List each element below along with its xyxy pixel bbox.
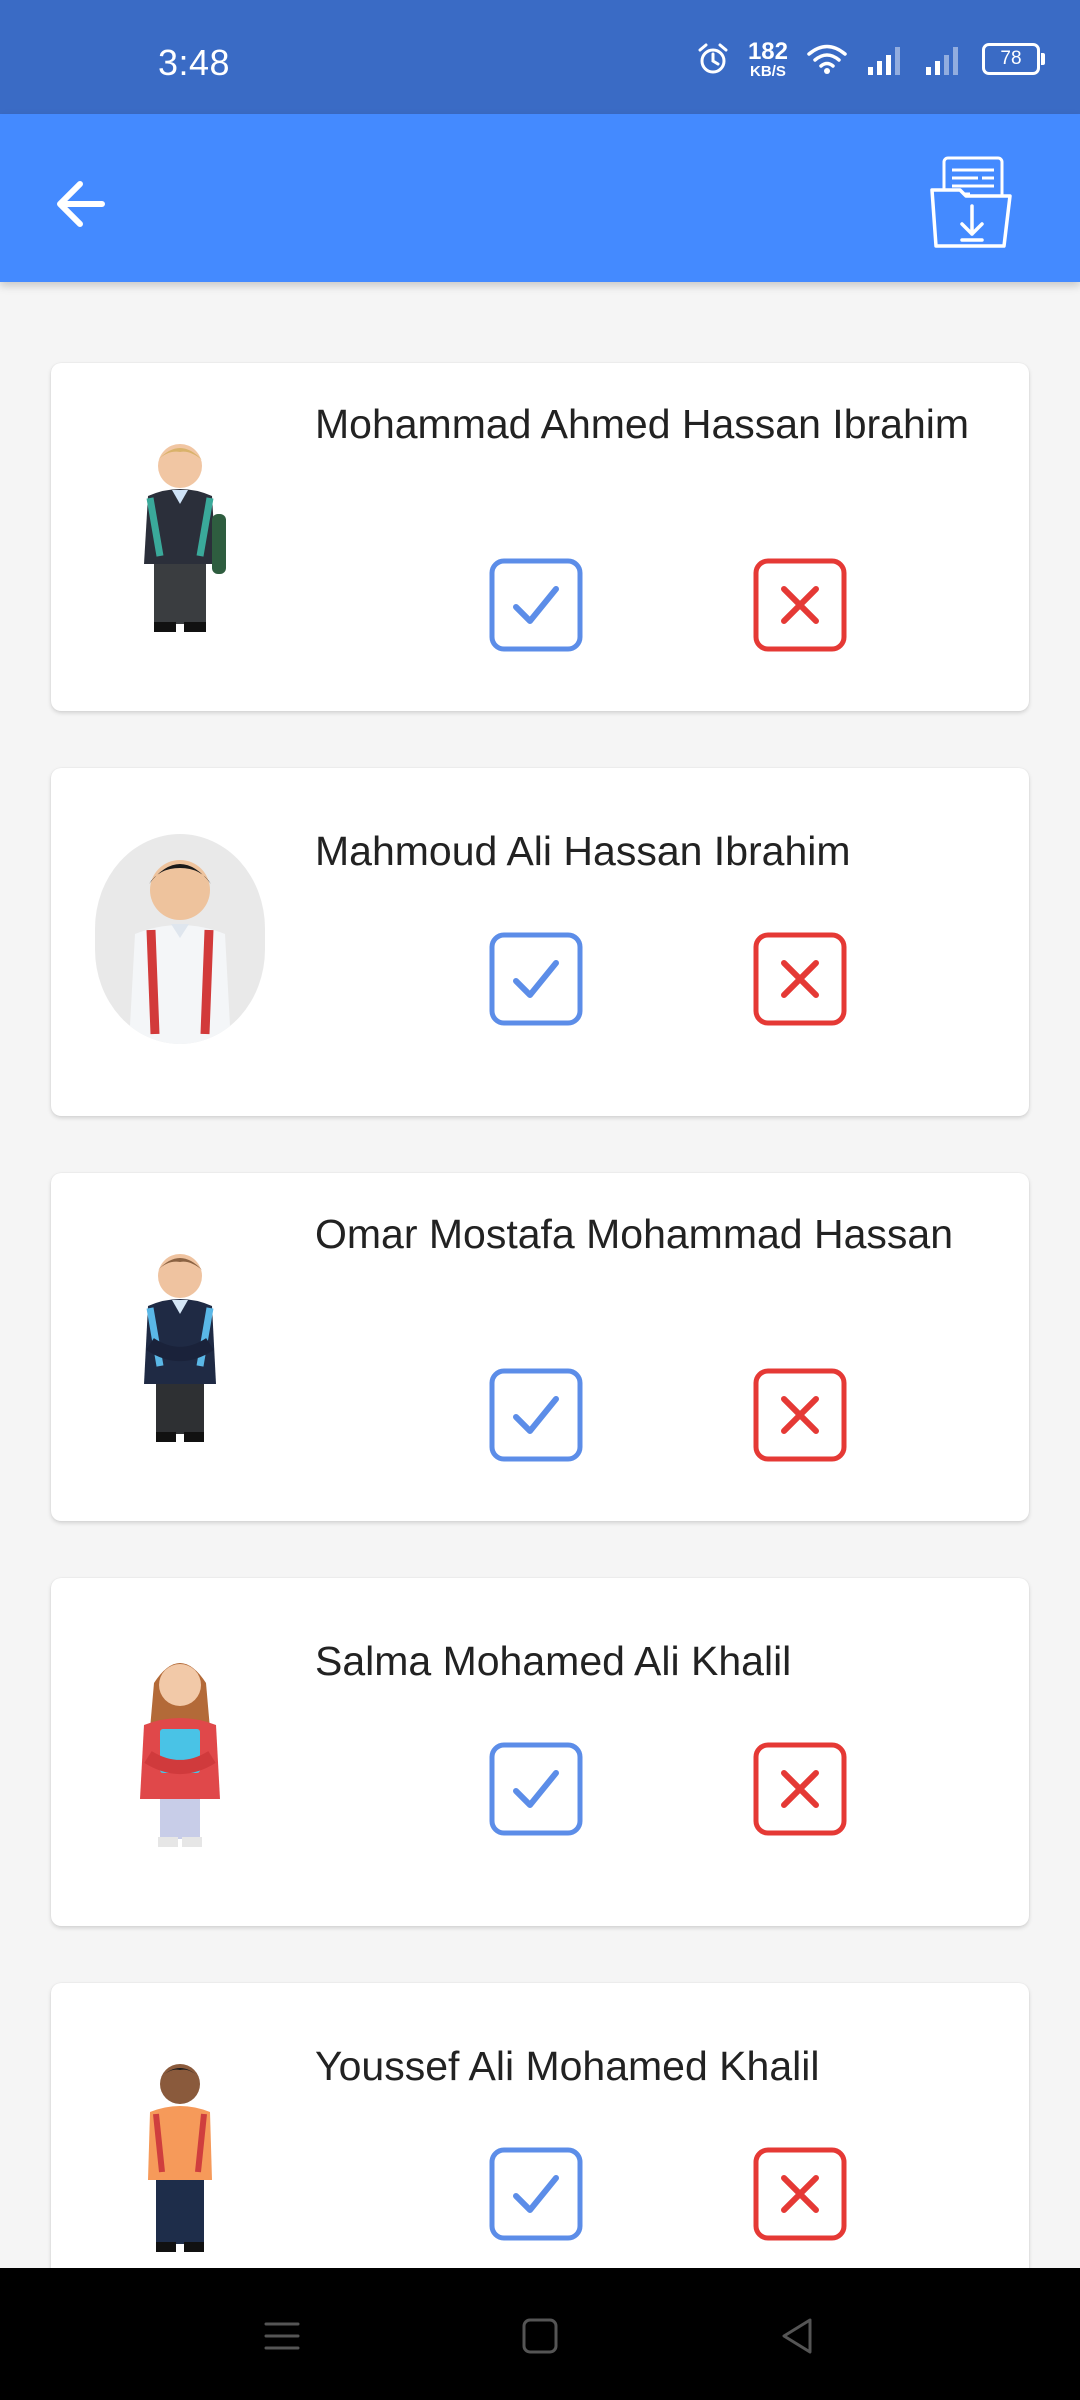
cross-icon — [753, 558, 847, 652]
back-button[interactable] — [44, 164, 124, 244]
mark-present-button[interactable] — [488, 1741, 584, 1837]
mark-absent-button[interactable] — [752, 1367, 848, 1463]
student-photo — [95, 429, 265, 639]
student-card: Mohammad Ahmed Hassan Ibrahim — [51, 363, 1029, 711]
boy-with-backpack-illustration — [144, 1254, 216, 1442]
boy-with-backpack-illustration — [129, 860, 231, 1044]
menu-icon — [264, 2322, 300, 2350]
student-card: Salma Mohamed Ali Khalil — [51, 1578, 1029, 1926]
wifi-icon — [807, 44, 847, 74]
student-card: Omar Mostafa Mohammad Hassan — [51, 1173, 1029, 1521]
mark-absent-button[interactable] — [752, 1741, 848, 1837]
net-speed-unit: KB/S — [750, 62, 786, 80]
student-photo — [95, 1644, 265, 1854]
mark-absent-button[interactable] — [752, 557, 848, 653]
student-photo — [95, 834, 265, 1044]
status-icons: 182 KB/S 78 — [696, 34, 1045, 84]
check-icon — [489, 932, 583, 1026]
system-back-button[interactable] — [776, 2314, 820, 2358]
arrow-back-icon — [57, 181, 105, 227]
student-photo — [95, 2049, 265, 2259]
cross-icon — [753, 932, 847, 1026]
net-speed: 182 KB/S — [747, 37, 788, 80]
download-report-button[interactable] — [926, 154, 1022, 250]
system-nav-bar — [0, 2268, 1080, 2400]
mark-present-button[interactable] — [488, 1367, 584, 1463]
cross-icon — [753, 1742, 847, 1836]
check-icon — [489, 558, 583, 652]
student-name: Youssef Ali Mohamed Khalil — [315, 2043, 820, 2089]
home-icon — [522, 2318, 558, 2354]
cross-icon — [753, 1368, 847, 1462]
mark-present-button[interactable] — [488, 557, 584, 653]
check-icon — [489, 1368, 583, 1462]
student-name: Salma Mohamed Ali Khalil — [315, 1638, 792, 1684]
student-card: Mahmoud Ali Hassan Ibrahim — [51, 768, 1029, 1116]
download-report-icon — [930, 156, 1012, 248]
mark-present-button[interactable] — [488, 931, 584, 1027]
mark-absent-button[interactable] — [752, 931, 848, 1027]
girl-with-book-illustration — [140, 1663, 220, 1847]
boy-with-backpack-illustration — [148, 2064, 212, 2252]
check-icon — [489, 2147, 583, 2241]
home-button[interactable] — [518, 2314, 562, 2358]
student-name: Omar Mostafa Mohammad Hassan — [315, 1211, 954, 1257]
mark-present-button[interactable] — [488, 2146, 584, 2242]
battery-indicator: 78 — [982, 43, 1045, 75]
alarm-icon — [698, 43, 728, 74]
student-name: Mohammad Ahmed Hassan Ibrahim — [315, 401, 970, 447]
cross-icon — [753, 2147, 847, 2241]
signal-icon — [868, 47, 900, 75]
recent-apps-button[interactable] — [260, 2314, 304, 2358]
net-speed-value: 182 — [747, 37, 788, 65]
status-bar: 3:48 182 KB/S 78 — [0, 0, 1080, 114]
back-icon — [782, 2318, 812, 2354]
mark-absent-button[interactable] — [752, 2146, 848, 2242]
signal-icon — [926, 47, 958, 75]
student-photo — [95, 1239, 265, 1449]
app-bar — [0, 114, 1080, 282]
check-icon — [489, 1742, 583, 1836]
boy-with-backpack-illustration — [144, 444, 226, 632]
student-name: Mahmoud Ali Hassan Ibrahim — [315, 828, 851, 874]
status-time: 3:48 — [158, 42, 231, 83]
